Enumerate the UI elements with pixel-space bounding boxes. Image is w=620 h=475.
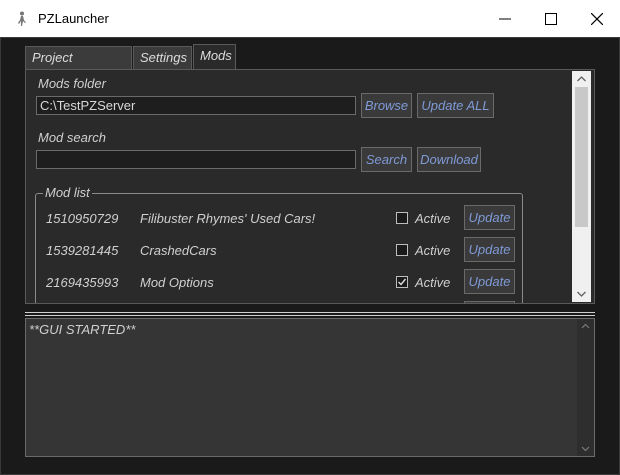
update-all-button[interactable]: Update ALL (417, 93, 494, 118)
mods-folder-label: Mods folder (38, 76, 106, 91)
browse-button[interactable]: Browse (361, 93, 412, 118)
mod-active-checkbox[interactable] (396, 244, 408, 256)
maximize-icon (545, 13, 557, 25)
mod-id: 2169435993 (46, 275, 119, 290)
mod-list-title: Mod list (43, 185, 92, 200)
checkmark-icon (398, 278, 407, 286)
download-button[interactable]: Download (417, 147, 481, 172)
scroll-down-icon[interactable] (577, 443, 594, 455)
pane-splitter[interactable] (25, 312, 595, 316)
mod-name: Filibuster Rhymes' Used Cars! (140, 211, 316, 226)
mod-update-button-partial[interactable] (464, 301, 515, 303)
console-scrollbar[interactable] (577, 319, 594, 456)
scroll-down-icon[interactable] (572, 287, 591, 301)
mod-update-button[interactable]: Update (464, 269, 515, 294)
scroll-up-icon[interactable] (577, 320, 594, 332)
mods-panel: Mods folder C:\TestPZServer Browse Updat… (25, 69, 595, 304)
mod-active-checkbox[interactable] (396, 276, 408, 288)
scrollbar-thumb[interactable] (575, 87, 588, 227)
mods-folder-input[interactable]: C:\TestPZServer (36, 96, 356, 115)
scroll-up-icon[interactable] (572, 72, 591, 86)
mod-id: 1539281445 (46, 243, 119, 258)
mods-panel-scrollbar[interactable] (572, 71, 591, 302)
mod-active-label: Active (415, 275, 451, 290)
mod-update-button[interactable]: Update (464, 237, 515, 262)
maximize-button[interactable] (528, 0, 574, 37)
minimize-button[interactable] (482, 0, 528, 37)
close-button[interactable] (574, 0, 620, 37)
mod-active-label: Active (415, 243, 451, 258)
window-title: PZLauncher (38, 11, 109, 26)
mod-update-button[interactable]: Update (464, 205, 515, 230)
zombie-figure-icon (18, 11, 26, 26)
mod-active-label: Active (415, 211, 451, 226)
console-output[interactable]: **GUI STARTED** (25, 318, 595, 457)
mod-active-checkbox[interactable] (396, 212, 408, 224)
console-text: **GUI STARTED** (29, 322, 136, 337)
tab-settings[interactable]: Settings (133, 46, 192, 69)
mod-search-input[interactable] (36, 150, 356, 169)
minimize-icon (499, 18, 511, 20)
tab-project-zomboid[interactable]: Project Zomboid (25, 46, 132, 87)
mod-name: Mod Options (140, 275, 214, 290)
mod-name: CrashedCars (140, 243, 217, 258)
search-button[interactable]: Search (361, 147, 412, 172)
mod-id: 1510950729 (46, 211, 119, 226)
title-bar: PZLauncher (0, 0, 620, 37)
tab-mods[interactable]: Mods (193, 44, 236, 69)
mod-search-label: Mod search (38, 130, 106, 145)
close-icon (591, 13, 603, 25)
